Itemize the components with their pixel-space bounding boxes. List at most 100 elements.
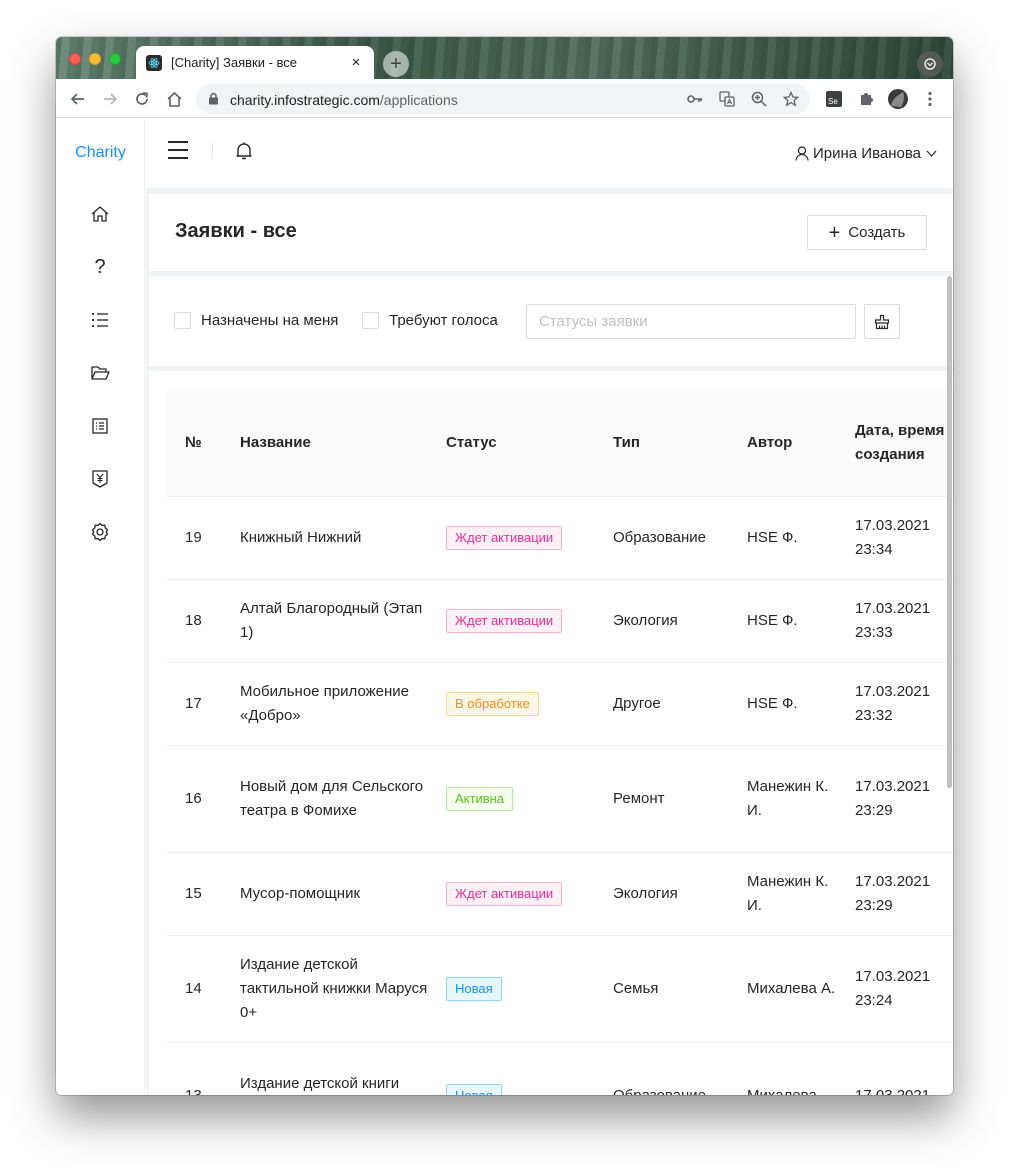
cell-date-text: 17.03.2021 23:29: [855, 777, 931, 819]
column-header-status[interactable]: Статус: [428, 390, 595, 497]
money-collect-icon: [92, 470, 108, 488]
table-row[interactable]: 14 Издание детской тактильной книжки Мару…: [167, 935, 953, 1043]
cell-name: Новый дом для Сельского театра в Фомихе: [222, 745, 428, 853]
cell-author-text: Михалева А.: [747, 979, 836, 997]
table-row[interactable]: 16 Новый дом для Сельского театра в Фомих…: [167, 745, 953, 853]
cell-number: 18: [167, 579, 222, 663]
chevron-down-icon: [926, 150, 937, 157]
status-select[interactable]: Статусы заявки: [526, 304, 856, 339]
cell-author: Михалева А.: [729, 935, 837, 1043]
cell-type: Другое: [595, 662, 729, 746]
browser-titlebar: [Charity] Заявки - все × +: [56, 37, 953, 79]
minimize-window-button[interactable]: [89, 53, 101, 65]
checkbox-box[interactable]: [174, 312, 191, 329]
create-button-label: Создать: [848, 224, 906, 241]
star-icon: [783, 91, 799, 107]
status-badge: Ждет активации: [446, 608, 563, 633]
cell-author: HSE Ф.: [729, 579, 837, 663]
checkbox-box[interactable]: [362, 312, 379, 329]
reload-button[interactable]: [130, 87, 154, 111]
tab-search-button[interactable]: [917, 51, 943, 77]
selenium-extension-button[interactable]: Se: [822, 87, 846, 111]
brand-logo[interactable]: Charity: [56, 144, 145, 162]
sidebar-item-folder[interactable]: [88, 361, 112, 385]
bookmark-button[interactable]: [780, 88, 802, 110]
table-row[interactable]: 18 Алтай Благородный (Этап 1) Ждет активац…: [167, 579, 953, 663]
cell-number: 15: [167, 852, 222, 936]
cell-number: 19: [167, 496, 222, 580]
cell-name: Алтай Благородный (Этап 1): [222, 579, 428, 663]
puzzle-icon: [861, 93, 873, 105]
cell-name: Мусор-помощник: [222, 852, 428, 936]
browser-menu-button[interactable]: [918, 87, 942, 111]
sidebar-item-help[interactable]: ?: [88, 255, 112, 279]
profile-avatar-button[interactable]: [886, 87, 910, 111]
cell-number-text: 18: [185, 611, 202, 629]
cell-status: Новая: [428, 935, 595, 1043]
close-window-button[interactable]: [69, 53, 81, 65]
page-title: Заявки - все: [175, 220, 297, 242]
back-button[interactable]: [66, 87, 90, 111]
column-header-author[interactable]: Автор: [729, 390, 837, 497]
assigned-to-me-checkbox[interactable]: Назначены на меня: [174, 312, 338, 329]
extensions-button[interactable]: [854, 87, 878, 111]
address-bar[interactable]: charity.infostrategic.com/applications: [196, 84, 810, 114]
sidebar-item-money[interactable]: [88, 467, 112, 491]
maximize-window-button[interactable]: [109, 53, 121, 65]
table-row[interactable]: 13 Издание детской книги "Весёлая Новая Обр…: [167, 1042, 953, 1095]
new-tab-button[interactable]: +: [383, 51, 409, 77]
cell-type-text: Экология: [613, 884, 678, 902]
status-badge: В обработке: [446, 691, 539, 716]
sidebar-item-list[interactable]: [88, 308, 112, 332]
cell-type: Экология: [595, 852, 729, 936]
menu-toggle-button[interactable]: [167, 139, 189, 161]
cell-number: 13: [167, 1042, 222, 1095]
user-menu[interactable]: Ирина Иванова: [795, 145, 937, 162]
table-row[interactable]: 19 Книжный Нижний Ждет активации Образовани…: [167, 496, 953, 580]
cell-author: HSE Ф.: [729, 662, 837, 746]
tab-close-icon[interactable]: ×: [348, 54, 364, 71]
column-header-number[interactable]: №: [167, 390, 222, 497]
cell-type: Экология: [595, 579, 729, 663]
cell-number-text: 17: [185, 694, 202, 712]
assigned-to-me-label: Назначены на меня: [201, 312, 339, 329]
home-outline-icon: [166, 91, 182, 107]
zoom-in-icon: [751, 91, 767, 107]
home-button[interactable]: [162, 87, 186, 111]
cell-name-text: Издание детской книги "Весёлая: [240, 1074, 400, 1092]
cell-name-text: Издание детской тактильной книжки Маруся…: [240, 955, 428, 1021]
passwords-button[interactable]: [684, 88, 706, 110]
translate-icon: [719, 91, 735, 107]
status-badge: Новая: [446, 976, 502, 1001]
cell-date: 17.03.2021 23:34: [837, 496, 953, 580]
cell-type: Семья: [595, 935, 729, 1043]
list-icon: [91, 312, 108, 328]
sidebar-item-settings[interactable]: [88, 520, 112, 544]
browser-tab-active[interactable]: [Charity] Заявки - все ×: [136, 46, 374, 79]
cell-date-text: 17.03.2021 23:32: [855, 682, 931, 724]
table-row[interactable]: 15 Мусор-помощник Ждет активации Экология Ма…: [167, 852, 953, 936]
column-header-type[interactable]: Тип: [595, 390, 729, 497]
translate-button[interactable]: [716, 88, 738, 110]
cell-status: Ждет активации: [428, 852, 595, 936]
create-button[interactable]: + Создать: [807, 215, 927, 250]
menu-icon: [168, 141, 188, 159]
cell-author-text: Михалева: [747, 1086, 817, 1096]
sidebar-item-profile[interactable]: [88, 414, 112, 438]
require-vote-checkbox[interactable]: Требуют голоса: [362, 312, 498, 329]
cell-author: Манежин К. И.: [729, 745, 837, 853]
cell-author: Манежин К. И.: [729, 852, 837, 936]
notifications-button[interactable]: [234, 141, 254, 161]
status-badge: Ждет активации: [446, 881, 563, 906]
column-header-name[interactable]: Название: [222, 390, 428, 497]
sidebar-item-home[interactable]: [88, 202, 112, 226]
column-header-date[interactable]: Дата, время создания: [837, 390, 953, 497]
cell-number-text: 19: [185, 528, 202, 546]
scrollbar[interactable]: [947, 276, 952, 788]
cell-type-text: Ремонт: [613, 789, 665, 807]
table-row[interactable]: 17 Мобильное приложение «Добро» В обработк…: [167, 662, 953, 746]
zoom-button[interactable]: [748, 88, 770, 110]
clear-filters-button[interactable]: [864, 304, 900, 339]
cell-type-text: Образование: [613, 1086, 706, 1096]
forward-button[interactable]: [98, 87, 122, 111]
